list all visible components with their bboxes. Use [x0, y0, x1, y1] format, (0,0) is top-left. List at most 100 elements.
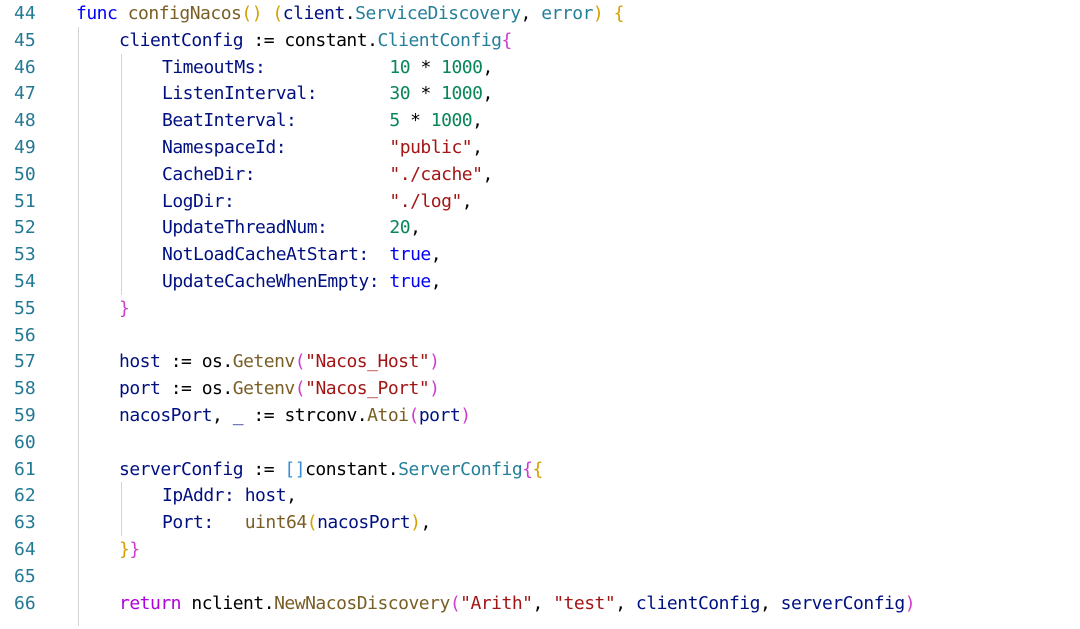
code-token: "test"	[553, 592, 616, 614]
code-line[interactable]: 45 clientConfig := constant.ClientConfig{	[0, 27, 1080, 54]
code-token: .	[367, 29, 378, 51]
code-token: ,	[461, 190, 473, 212]
code-token: configNacos	[127, 3, 242, 24]
code-line[interactable]: 46 TimeoutMs: 10 * 1000,	[0, 54, 1080, 81]
code-token: true	[389, 244, 431, 266]
code-token: }	[119, 539, 130, 560]
code-line[interactable]: 52 UpdateThreadNum: 20,	[0, 214, 1080, 241]
line-number: 56	[14, 324, 36, 346]
code-line[interactable]: 62 IpAddr: host,	[0, 482, 1080, 509]
code-token: (	[306, 512, 318, 534]
code-text: UpdateCacheWhenEmpty: true,	[162, 268, 442, 295]
code-line[interactable]: 44 func configNacos() (client.ServiceDisc…	[0, 0, 1080, 27]
code-token: Getenv	[232, 378, 296, 400]
code-line[interactable]: 65	[0, 563, 1080, 590]
code-token: }	[129, 539, 140, 560]
code-line[interactable]: 49 NamespaceId: "public",	[0, 134, 1080, 161]
code-token: "Nacos_Port"	[305, 378, 430, 400]
code-token: ,	[472, 137, 483, 158]
code-line[interactable]: 59 nacosPort, _ := strconv.Atoi(port)	[0, 402, 1080, 429]
code-line[interactable]: 56	[0, 322, 1080, 349]
line-number: 57	[14, 351, 36, 373]
code-token: os	[201, 378, 223, 400]
code-token: ()	[241, 3, 273, 24]
code-token: }	[119, 297, 130, 319]
code-token: .	[263, 592, 275, 614]
code-line[interactable]: 63 Port: uint64(nacosPort),	[0, 509, 1080, 536]
code-token: "./log"	[389, 190, 462, 212]
code-token: :=	[160, 378, 202, 400]
code-token: (	[294, 378, 306, 400]
code-text: clientConfig := constant.ClientConfig{	[119, 27, 512, 54]
code-token: )	[904, 592, 916, 614]
code-line[interactable]: 58 port := os.Getenv("Nacos_Port")	[0, 375, 1080, 402]
code-token: 30	[389, 83, 411, 105]
code-token: ,	[482, 163, 493, 185]
code-line[interactable]: 50 CacheDir: "./cache",	[0, 161, 1080, 188]
code-token: 1000	[441, 56, 483, 78]
code-token: CacheDir:	[162, 163, 390, 185]
code-token: (	[294, 351, 306, 373]
code-text: ListenInterval: 30 * 1000,	[162, 80, 493, 107]
code-token: )	[410, 512, 421, 534]
line-number: 62	[14, 485, 36, 507]
code-line[interactable]: 61 serverConfig := []constant.ServerConfi…	[0, 456, 1080, 483]
code-text: nacosPort, _ := strconv.Atoi(port)	[119, 402, 471, 429]
code-token: _	[232, 405, 244, 426]
code-token: BeatInterval:	[162, 110, 390, 132]
code-token: :=	[160, 351, 202, 373]
code-line[interactable]: 60	[0, 429, 1080, 456]
line-number: 46	[14, 56, 36, 78]
code-token: ,	[430, 244, 442, 266]
code-token: ,	[532, 592, 554, 614]
code-token: ,	[430, 271, 442, 292]
line-number: 61	[14, 458, 36, 480]
code-token: ,	[482, 83, 493, 105]
code-token: ListenInterval:	[162, 83, 390, 105]
line-number: 58	[14, 378, 36, 400]
code-token: ,	[759, 592, 781, 614]
code-token: constant	[284, 29, 368, 51]
code-line[interactable]: 55}	[0, 295, 1080, 322]
code-text: }	[119, 295, 130, 322]
line-number: 55	[14, 297, 36, 319]
code-line[interactable]: 48 BeatInterval: 5 * 1000,	[0, 107, 1080, 134]
code-token: true	[389, 271, 431, 292]
code-token: serverConfig	[780, 592, 906, 614]
indent-guide	[121, 482, 122, 536]
code-text: LogDir: "./log",	[162, 188, 473, 215]
code-text: IpAddr: host,	[162, 482, 297, 509]
code-token: ServerConfig	[398, 458, 523, 480]
code-token: {	[613, 3, 625, 24]
line-number: 45	[14, 29, 36, 51]
code-editor[interactable]: 44 func configNacos() (client.ServiceDisc…	[0, 0, 1080, 629]
code-text: return nclient.NewNacosDiscovery("Arith"…	[119, 590, 916, 617]
code-token: 10	[389, 56, 411, 78]
code-token: UpdateCacheWhenEmpty:	[162, 271, 390, 292]
code-token: )	[429, 378, 440, 400]
code-token: host	[244, 485, 287, 507]
code-line[interactable]: 47 ListenInterval: 30 * 1000,	[0, 80, 1080, 107]
code-line[interactable]: 66 return nclient.NewNacosDiscovery("Arit…	[0, 590, 1080, 617]
code-token: .	[222, 351, 233, 373]
line-number: 60	[14, 431, 36, 453]
code-line[interactable]: 64}}	[0, 536, 1080, 563]
code-line[interactable]: 57 host := os.Getenv("Nacos_Host")	[0, 348, 1080, 375]
code-token: :=	[243, 29, 285, 51]
code-token: client	[282, 3, 346, 24]
code-line[interactable]: 51 LogDir: "./log",	[0, 188, 1080, 215]
code-token: "Nacos_Host"	[305, 351, 430, 373]
line-number: 49	[14, 137, 36, 158]
code-token: 20	[389, 217, 411, 239]
code-token: func	[76, 3, 128, 24]
code-token: Port:	[162, 512, 245, 534]
code-token: UpdateThreadNum:	[162, 217, 390, 239]
code-line[interactable]: 54 UpdateCacheWhenEmpty: true,	[0, 268, 1080, 295]
code-token: clientConfig	[635, 592, 761, 614]
line-number: 66	[14, 592, 36, 614]
indent-guide	[121, 53, 122, 295]
code-text: NotLoadCacheAtStart: true,	[162, 241, 442, 268]
code-line[interactable]: 53 NotLoadCacheAtStart: true,	[0, 241, 1080, 268]
code-token: {	[532, 458, 544, 480]
code-text: NamespaceId: "public",	[162, 134, 483, 161]
